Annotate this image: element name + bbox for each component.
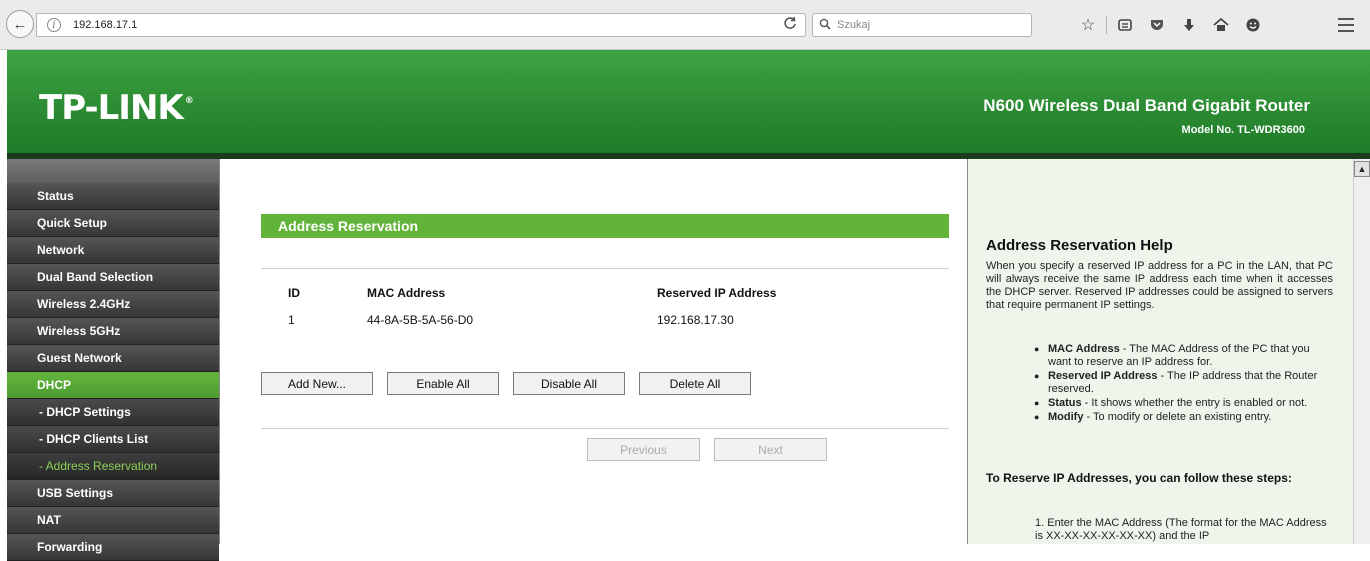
browser-toolbar: ← i 192.168.17.1 Szukaj ☆ bbox=[0, 0, 1370, 50]
router-header: TP-LINK ® N600 Wireless Dual Band Gigabit… bbox=[7, 50, 1370, 153]
address-bar[interactable]: i 192.168.17.1 bbox=[36, 13, 806, 37]
sidebar-item-address-reservation[interactable]: - Address Reservation bbox=[7, 453, 219, 480]
tp-link-logo: TP-LINK ® bbox=[39, 88, 194, 128]
row-mac: 44-8A-5B-5A-56-D0 bbox=[367, 313, 474, 327]
sidebar-item-status[interactable]: Status bbox=[7, 183, 219, 210]
column-header-mac: MAC Address bbox=[367, 286, 446, 300]
help-scrollbar[interactable]: ▲ bbox=[1353, 159, 1370, 544]
sidebar-item-dhcp-clients-list[interactable]: - DHCP Clients List bbox=[7, 426, 219, 453]
product-name: N600 Wireless Dual Band Gigabit Router bbox=[983, 96, 1310, 115]
help-item: ● Status - It shows whether the entry is … bbox=[986, 397, 1333, 410]
search-icon bbox=[819, 18, 831, 33]
divider bbox=[261, 268, 949, 269]
download-icon[interactable] bbox=[1173, 12, 1205, 38]
help-item: ● MAC Address - The MAC Address of the PC… bbox=[986, 343, 1333, 369]
disable-all-button[interactable]: Disable All bbox=[513, 372, 625, 395]
bullet-icon: ● bbox=[1034, 412, 1040, 422]
help-item-term: Modify bbox=[1048, 411, 1084, 423]
nav-top-spacer bbox=[7, 159, 219, 183]
toolbar-separator bbox=[1106, 16, 1107, 34]
registered-mark: ® bbox=[184, 96, 194, 106]
section-title: Address Reservation bbox=[261, 214, 949, 238]
main-content: Address Reservation ID MAC Address Reser… bbox=[221, 159, 967, 544]
help-item-desc: - It shows whether the entry is enabled … bbox=[1081, 397, 1308, 409]
smiley-icon[interactable] bbox=[1237, 12, 1269, 38]
delete-all-button[interactable]: Delete All bbox=[639, 372, 751, 395]
next-button[interactable]: Next bbox=[714, 438, 827, 461]
back-arrow-icon: ← bbox=[12, 15, 28, 33]
pocket-icon[interactable] bbox=[1141, 12, 1173, 38]
search-input[interactable]: Szukaj bbox=[812, 13, 1032, 37]
row-reserved-ip: 192.168.17.30 bbox=[657, 313, 734, 327]
model-number: Model No. TL-WDR3600 bbox=[1181, 124, 1305, 136]
sidebar-item-network[interactable]: Network bbox=[7, 237, 219, 264]
sidebar-item-nat[interactable]: NAT bbox=[7, 507, 219, 534]
sidebar-item-dhcp-settings[interactable]: - DHCP Settings bbox=[7, 399, 219, 426]
sidebar-item-dual-band-selection[interactable]: Dual Band Selection bbox=[7, 264, 219, 291]
sidebar-item-dhcp[interactable]: DHCP bbox=[7, 372, 219, 399]
star-icon[interactable]: ☆ bbox=[1072, 12, 1104, 38]
info-icon[interactable]: i bbox=[47, 18, 61, 32]
help-list: ● MAC Address - The MAC Address of the PC… bbox=[986, 343, 1333, 425]
help-step: 1. Enter the MAC Address (The format for… bbox=[1035, 517, 1327, 542]
help-item: ● Reserved IP Address - The IP address th… bbox=[986, 370, 1333, 396]
bullet-icon: ● bbox=[1034, 371, 1040, 381]
help-item-term: Reserved IP Address bbox=[1048, 370, 1158, 382]
row-id: 1 bbox=[288, 313, 295, 327]
reload-icon[interactable] bbox=[783, 16, 797, 33]
help-title: Address Reservation Help bbox=[986, 237, 1173, 254]
scroll-up-icon[interactable]: ▲ bbox=[1354, 161, 1370, 177]
search-placeholder: Szukaj bbox=[837, 19, 871, 31]
bullet-icon: ● bbox=[1034, 344, 1040, 354]
previous-button[interactable]: Previous bbox=[587, 438, 700, 461]
help-intro: When you specify a reserved IP address f… bbox=[986, 260, 1333, 311]
help-panel: Address Reservation Help When you specif… bbox=[967, 159, 1353, 544]
sidebar-item-wireless-5ghz[interactable]: Wireless 5GHz bbox=[7, 318, 219, 345]
help-item-term: MAC Address bbox=[1048, 343, 1120, 355]
enable-all-button[interactable]: Enable All bbox=[387, 372, 499, 395]
help-steps-title: To Reserve IP Addresses, you can follow … bbox=[986, 471, 1292, 485]
help-item: ● Modify - To modify or delete an existin… bbox=[986, 411, 1333, 424]
back-button[interactable]: ← bbox=[6, 10, 34, 38]
help-item-term: Status bbox=[1048, 397, 1082, 409]
url-text: 192.168.17.1 bbox=[73, 19, 138, 31]
logo-text: TP-LINK bbox=[39, 88, 184, 128]
sidebar-nav: Status Quick Setup Network Dual Band Sel… bbox=[7, 159, 220, 561]
bullet-icon: ● bbox=[1034, 398, 1040, 408]
home-icon[interactable] bbox=[1205, 12, 1237, 38]
sidebar-item-quick-setup[interactable]: Quick Setup bbox=[7, 210, 219, 237]
sidebar-item-usb-settings[interactable]: USB Settings bbox=[7, 480, 219, 507]
help-item-desc: - To modify or delete an existing entry. bbox=[1083, 411, 1272, 423]
reading-list-icon[interactable] bbox=[1109, 12, 1141, 38]
sidebar-item-forwarding[interactable]: Forwarding bbox=[7, 534, 219, 561]
divider bbox=[261, 428, 949, 429]
add-new-button[interactable]: Add New... bbox=[261, 372, 373, 395]
column-header-id: ID bbox=[288, 286, 300, 300]
column-header-reserved-ip: Reserved IP Address bbox=[657, 286, 777, 300]
sidebar-item-guest-network[interactable]: Guest Network bbox=[7, 345, 219, 372]
toolbar-icons: ☆ bbox=[1072, 12, 1269, 38]
menu-icon[interactable] bbox=[1332, 12, 1360, 38]
sidebar-item-wireless-2-4ghz[interactable]: Wireless 2.4GHz bbox=[7, 291, 219, 318]
